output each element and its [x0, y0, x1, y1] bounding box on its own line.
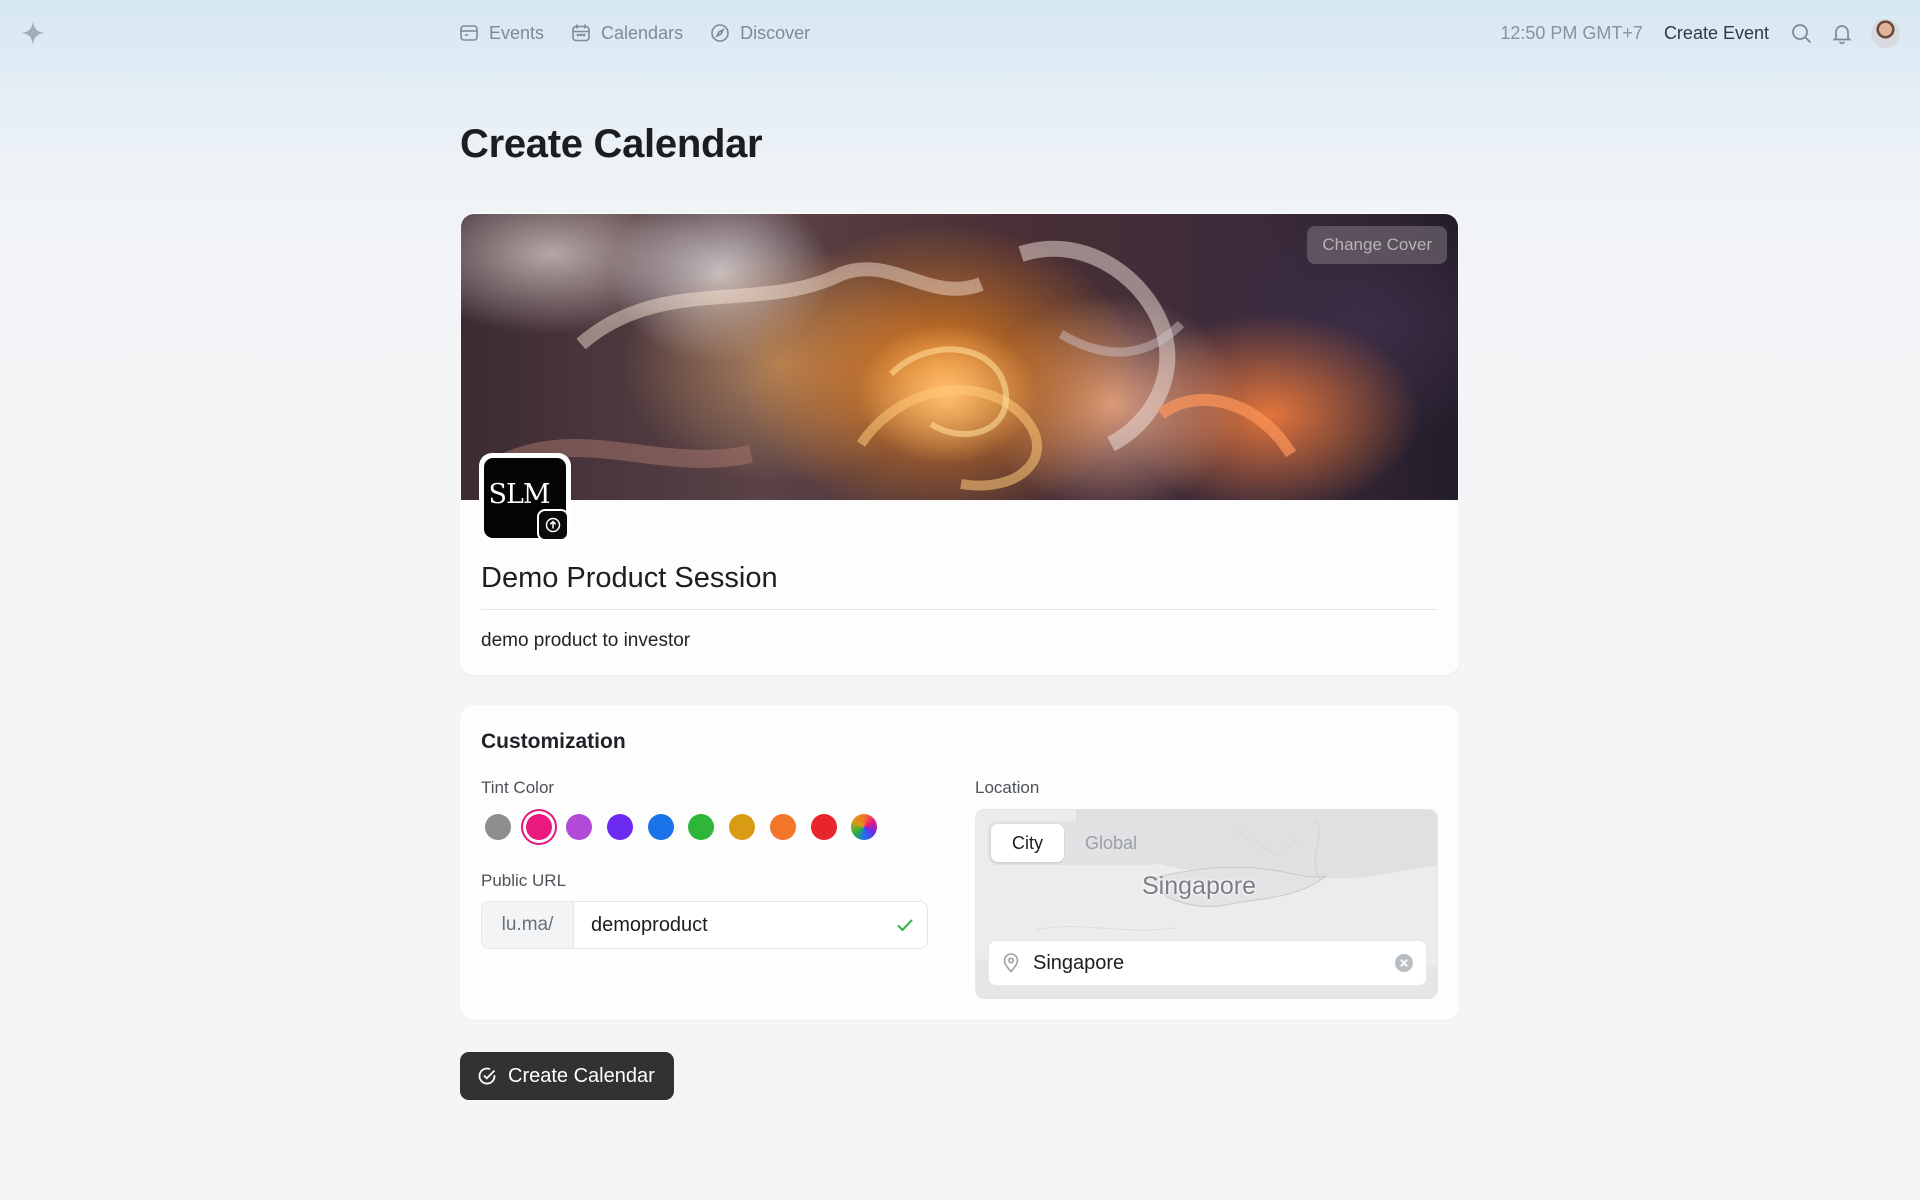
main-nav: Events Calendars Discover	[459, 20, 810, 46]
map-place-label: Singapore	[1142, 872, 1256, 900]
close-circle-icon	[1395, 954, 1413, 972]
top-right-controls: 12:50 PM GMT+7 Create Event	[1500, 18, 1900, 48]
upload-avatar-button[interactable]	[537, 509, 569, 541]
nav-item-label: Events	[489, 22, 545, 43]
swatch-gray[interactable]	[485, 814, 511, 840]
section-title: Customization	[481, 730, 626, 753]
search-button[interactable]	[1789, 21, 1813, 45]
checkmark-icon	[897, 919, 913, 932]
change-cover-button[interactable]: Change Cover	[1307, 226, 1447, 264]
swatch-custom-rainbow[interactable]	[851, 814, 878, 840]
upload-arrow-icon	[545, 517, 561, 533]
location-search-field	[988, 940, 1427, 986]
url-prefix: lu.ma/	[482, 902, 574, 948]
bell-icon	[1832, 24, 1852, 44]
swatch-orange[interactable]	[769, 814, 796, 840]
location-label: Location	[975, 778, 1040, 797]
calendar-avatar-image: SLM	[484, 458, 569, 541]
user-avatar[interactable]	[1871, 18, 1900, 48]
calendar-avatar-logo-text: SLM	[488, 478, 550, 510]
location-pin-wrap	[989, 953, 1033, 973]
nav-item-calendars[interactable]: Calendars	[571, 20, 683, 46]
swatch-purple[interactable]	[566, 814, 593, 840]
calendar-info-card: Change Cover SLM Demo Product Session de…	[460, 213, 1459, 675]
calendar-name-input[interactable]: Demo Product Session	[481, 562, 778, 595]
tab-global[interactable]: Global	[1064, 824, 1158, 862]
public-url-input[interactable]	[574, 902, 883, 948]
nav-item-events[interactable]: Events	[459, 20, 544, 46]
url-available-indicator	[883, 902, 927, 948]
page-title: Create Calendar	[460, 122, 763, 166]
current-time: 12:50 PM GMT+7	[1500, 22, 1643, 43]
calendar-description-input[interactable]: demo product to investor	[481, 630, 690, 652]
swatch-yellow[interactable]	[729, 814, 756, 840]
calendar-avatar[interactable]: SLM	[479, 453, 571, 543]
swatch-red[interactable]	[810, 814, 837, 840]
check-circle-icon	[478, 1067, 496, 1085]
search-icon	[1791, 23, 1811, 43]
divider	[481, 609, 1438, 610]
notifications-button[interactable]	[1830, 21, 1854, 45]
create-calendar-button[interactable]: Create Calendar	[460, 1052, 674, 1100]
calendar-icon	[572, 24, 590, 42]
tint-color-label: Tint Color	[481, 778, 555, 797]
nav-item-label: Discover	[740, 22, 811, 43]
swatch-indigo[interactable]	[607, 814, 634, 840]
compass-icon	[711, 24, 729, 42]
swatch-green[interactable]	[688, 814, 715, 840]
cover-image: Change Cover	[461, 214, 1458, 500]
create-calendar-label: Create Calendar	[508, 1064, 655, 1087]
public-url-field: lu.ma/	[481, 901, 928, 949]
sparkle-logo-icon[interactable]	[20, 20, 46, 46]
public-url-label: Public URL	[481, 871, 567, 890]
create-event-link[interactable]: Create Event	[1664, 23, 1769, 44]
map-pin-icon	[1003, 953, 1019, 973]
swatch-blue[interactable]	[647, 814, 674, 840]
clear-location-button[interactable]	[1382, 953, 1426, 973]
calendar-ticket-icon	[460, 25, 478, 41]
nav-item-label: Calendars	[601, 22, 684, 43]
swatch-pink[interactable]	[525, 814, 552, 840]
top-navigation-bar: Events Calendars Discover 12:50 PM GMT+7…	[0, 0, 1920, 66]
location-map[interactable]: City Global Singapore	[975, 809, 1438, 999]
location-input[interactable]	[1033, 951, 1382, 975]
nav-item-discover[interactable]: Discover	[710, 20, 810, 46]
customization-card: Customization Tint Color Public URL lu.m…	[460, 705, 1459, 1020]
tint-color-swatches	[485, 814, 892, 840]
location-scope-toggle: City Global	[988, 821, 1162, 865]
tab-city[interactable]: City	[991, 824, 1064, 862]
